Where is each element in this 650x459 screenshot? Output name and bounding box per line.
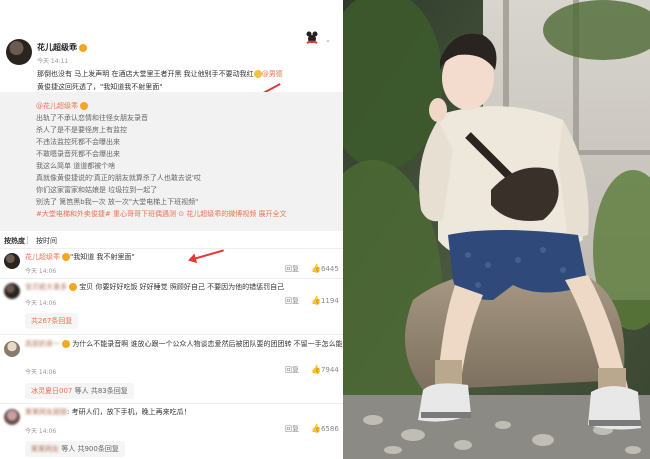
tab-hot[interactable]: 按热度 xyxy=(4,236,25,246)
comment-text: 考研人们，放下手机，晚上再来吃瓜！ xyxy=(71,408,191,416)
comment-body: 花儿超级乖 "我知道 我不射里面" xyxy=(25,251,135,263)
more-replies-link[interactable]: 冰灵夏日007 等人 共83条回复 xyxy=(25,383,134,399)
comment-text: 为什么不能录音啊 谁放心跟一个公众人物谈恋爱然后被团队耍的团团转 不留一手怎么能… xyxy=(72,340,343,348)
more-replies-link[interactable]: 共267条回复 xyxy=(25,313,79,329)
comment-time: 今天 14:06 xyxy=(25,428,57,435)
vip-badge-icon xyxy=(80,102,88,110)
comment-reply-button[interactable]: 回复 xyxy=(285,424,299,434)
comment-like-button[interactable]: 👍1194 xyxy=(311,296,339,305)
comment-reply-button[interactable]: 回复 xyxy=(285,264,299,274)
comment-like-button[interactable]: 👍6586 xyxy=(311,424,339,433)
comment-avatar[interactable] xyxy=(4,283,20,299)
red-arrow-annotation xyxy=(189,249,224,261)
mention-link[interactable]: @男德 xyxy=(262,70,283,78)
comment-avatar[interactable] xyxy=(4,409,20,425)
vip-badge-icon xyxy=(62,340,70,348)
repost-last-line: #大堂电梯和外卖俊捷# 重心哥哥下班偶遇测 ⊙ 花儿超级乖的微博视频 展开全文 xyxy=(36,208,287,220)
post-text-line1: 那倒也没有 马上发声明 在酒店大堂里王者开黑 我让他别手不要动我红 @男德 xyxy=(37,70,283,78)
comment-avatar[interactable] xyxy=(4,253,20,269)
more-menu-icon[interactable]: ⌄ xyxy=(325,36,331,44)
comment-reply-button[interactable]: 回复 xyxy=(285,365,299,375)
comment-text: 宝贝 你要好好吃饭 好好睡觉 照顾好自己 不要因为他的错惩罚自己 xyxy=(79,283,285,291)
divider xyxy=(0,403,343,404)
video-link[interactable]: 花儿超级乖的微博视频 xyxy=(186,210,256,218)
vip-badge-icon xyxy=(62,253,70,261)
repost-author[interactable]: @花儿超级乖 xyxy=(36,100,88,112)
tab-divider xyxy=(27,236,28,244)
post-username[interactable]: 花儿超级乖 xyxy=(37,42,87,53)
comment-body: 某某网友甜甜: 考研人们，放下手机，晚上再来吃瓜！ xyxy=(25,408,191,416)
divider xyxy=(0,334,343,335)
comment-body: 宝贝妮大事多 宝贝 你要好好吃饭 好好睡觉 照顾好自己 不要因为他的错惩罚自己 xyxy=(25,281,284,293)
more-replies-link[interactable]: 某某网友 等人 共900条回复 xyxy=(25,441,125,457)
repost-line: 不违法监控死都不会曝出来 xyxy=(36,138,120,146)
comment-username[interactable]: 某某网友甜甜 xyxy=(25,408,67,416)
post-avatar[interactable] xyxy=(6,39,32,65)
repost-line: 杀人了是不是要怪房上有监控 xyxy=(36,126,127,134)
comment-like-button[interactable]: 👍7944 xyxy=(311,365,339,374)
comment-username[interactable]: 花儿超级乖 xyxy=(25,253,60,261)
comment-username[interactable]: 宝贝妮大事多 xyxy=(25,283,67,291)
photo-illustration xyxy=(343,0,650,459)
celebrity-photo xyxy=(343,0,650,459)
expand-full-text[interactable]: 展开全文 xyxy=(259,210,287,218)
repost-box[interactable]: @花儿超级乖 出轨了不承认恋情和往怪女朋友录音 杀人了是不是要怪房上有监控 不违… xyxy=(0,92,343,231)
repost-line: 别洗了 篱笆黑b我一次 放一次"大堂电梯上下班视频" xyxy=(36,198,199,206)
comment-reply-button[interactable]: 回复 xyxy=(285,296,299,306)
repost-line: 真就像黄俊捷说的'真正的朋友就算杀了人也敢去说'哎 xyxy=(36,174,201,182)
comment-time: 今天 14:06 xyxy=(25,300,57,307)
comment-sort-tabs: 按热度 按时间 xyxy=(0,231,343,249)
sticker-icon xyxy=(304,31,320,45)
emoji-icon xyxy=(253,70,262,78)
comment-username[interactable]: 高原奶茶一 xyxy=(25,340,60,348)
divider xyxy=(0,278,343,279)
comment-text: "我知道 我不射里面" xyxy=(70,253,135,261)
vip-badge-icon xyxy=(79,43,87,52)
weibo-post-screenshot: 花儿超级乖 今天 14:11 ⌄ 那倒也没有 马上发声明 在酒店大堂里王者开黑 … xyxy=(0,0,343,459)
thumbs-up-icon: 👍 xyxy=(311,264,321,273)
comment-body: 高原奶茶一 为什么不能录音啊 谁放心跟一个公众人物谈恋爱然后被团队耍的团团转 不… xyxy=(25,338,343,350)
repost-line: 不敢嗯录音死都不会爆出来 xyxy=(36,150,120,158)
post-time: 今天 14:11 xyxy=(37,58,69,65)
comment-avatar[interactable] xyxy=(4,341,20,357)
hashtag-link[interactable]: #大堂电梯和外卖俊捷# 重心哥哥下班偶遇测 xyxy=(36,210,176,218)
comment-time: 今天 14:06 xyxy=(25,268,57,275)
vip-badge-icon xyxy=(69,283,77,291)
repost-line: 你们这家富家和姑娘是 垃圾拉到一起了 xyxy=(36,186,158,194)
thumbs-up-icon: 👍 xyxy=(311,424,321,433)
repost-line: 出轨了不承认恋情和往怪女朋友录音 xyxy=(36,114,148,122)
comment-like-button[interactable]: 👍6445 xyxy=(311,264,339,273)
video-link-icon[interactable]: ⊙ xyxy=(178,210,184,218)
thumbs-up-icon: 👍 xyxy=(311,296,321,305)
tab-time[interactable]: 按时间 xyxy=(36,236,57,246)
repost-line: 我这么简单 道道都被个啥 xyxy=(36,162,116,170)
thumbs-up-icon: 👍 xyxy=(311,365,321,374)
comment-time: 今天 14:06 xyxy=(25,369,57,376)
